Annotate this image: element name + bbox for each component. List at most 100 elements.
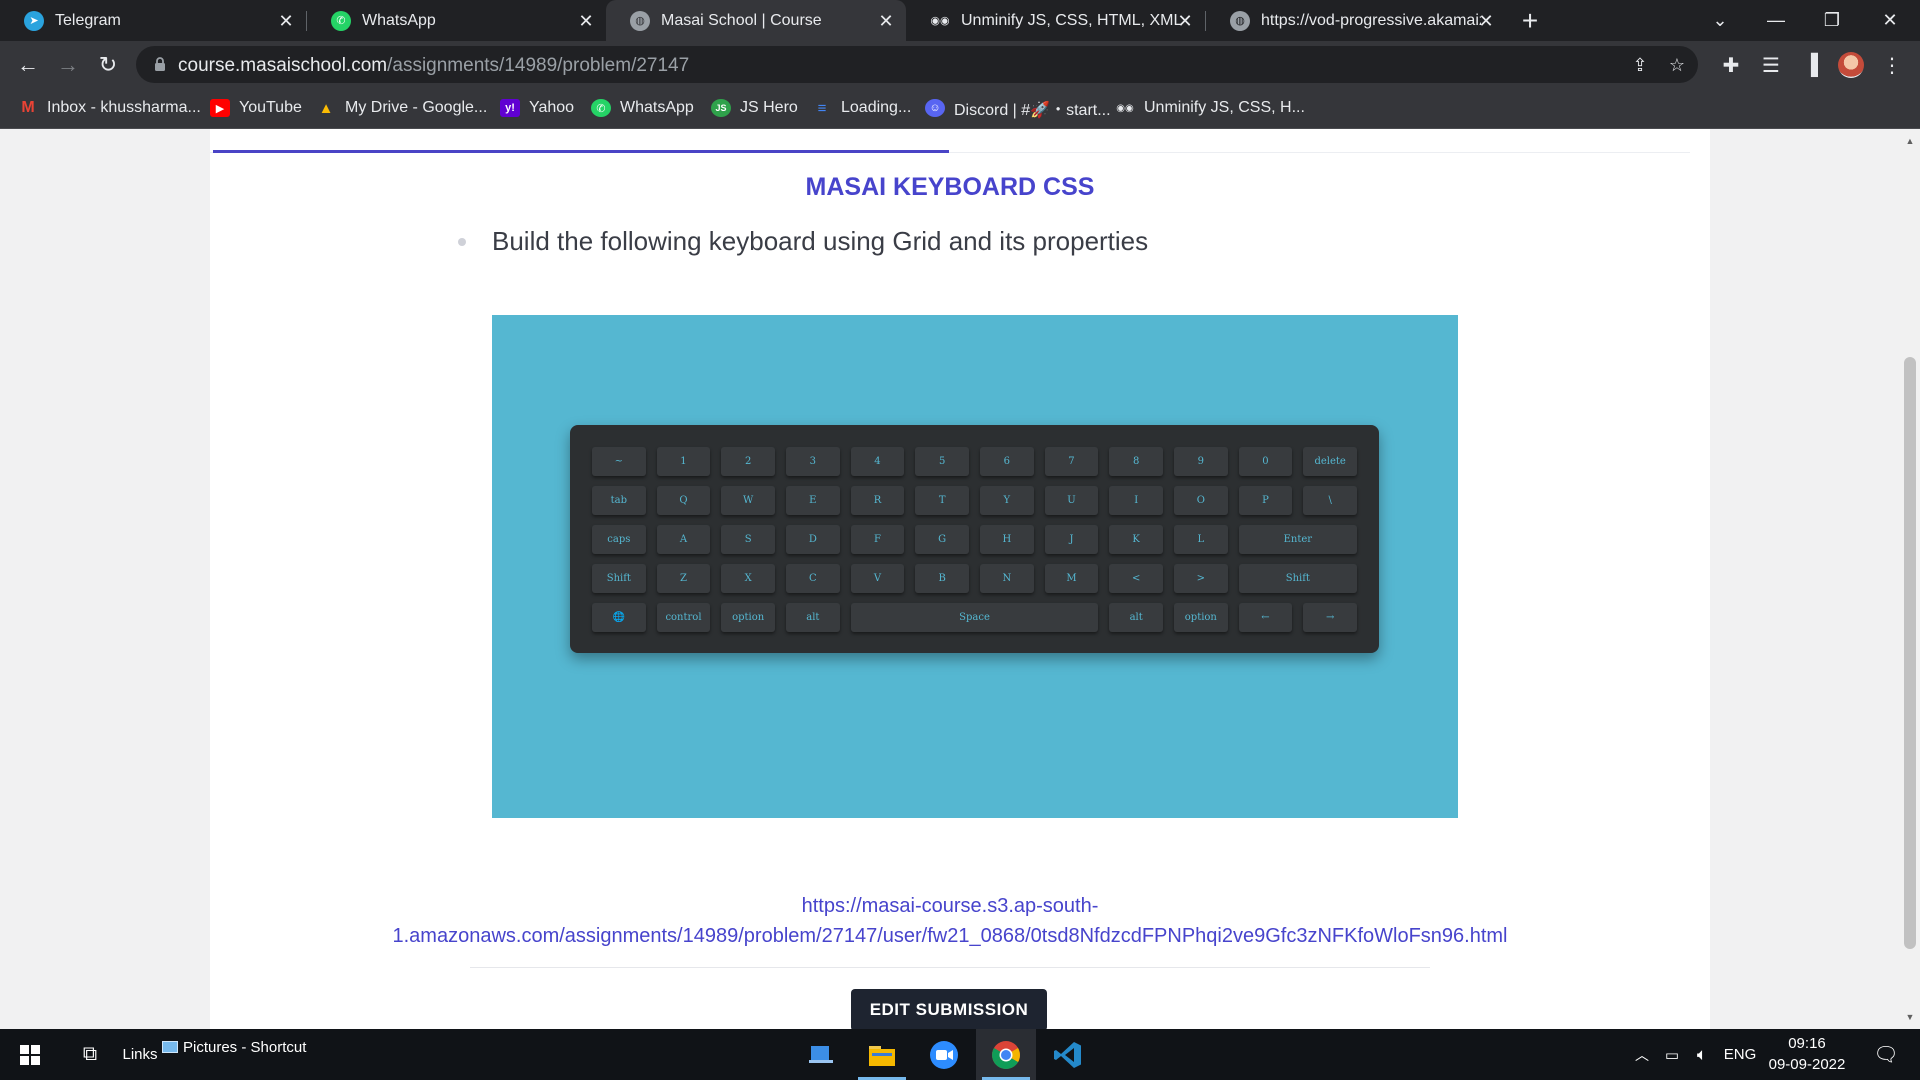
- keyboard-key: U: [1044, 486, 1099, 515]
- bookmark-star-icon[interactable]: ☆: [1664, 52, 1690, 78]
- close-tab-icon[interactable]: ✕: [274, 9, 298, 33]
- submission-link-line-1[interactable]: https://masai-course.s3.ap-south-: [210, 891, 1690, 921]
- gmail-icon: M: [21, 99, 35, 116]
- volume-icon[interactable]: 🔈︎: [1688, 1029, 1716, 1080]
- keyboard-key: G: [915, 525, 969, 554]
- close-tab-icon[interactable]: ✕: [574, 9, 598, 33]
- share-icon[interactable]: ⇪: [1627, 52, 1653, 78]
- keyboard-key: 9: [1174, 447, 1228, 476]
- keyboard-key: 3: [786, 447, 840, 476]
- clock-date[interactable]: 09-09-2022: [1762, 1056, 1852, 1073]
- windows-start-icon[interactable]: [10, 1029, 50, 1080]
- restore-icon[interactable]: ❐: [1804, 0, 1860, 41]
- bookmark-loading[interactable]: ≡ Loading...: [812, 88, 912, 128]
- keyboard-key: T: [915, 486, 969, 515]
- clock-time[interactable]: 09:16: [1762, 1035, 1852, 1052]
- back-arrow-icon[interactable]: ←: [12, 49, 44, 81]
- forward-arrow-icon[interactable]: →: [52, 49, 84, 81]
- bookmark-gmail[interactable]: M Inbox - khussharma...: [18, 88, 201, 128]
- submission-link[interactable]: https://masai-course.s3.ap-south- 1.amaz…: [210, 891, 1690, 951]
- address-bar[interactable]: course.masaischool.com/assignments/14989…: [136, 46, 1698, 83]
- chrome-icon[interactable]: [976, 1029, 1036, 1080]
- unminify-icon: ◉◉: [1116, 102, 1134, 114]
- bookmark-youtube[interactable]: ▶ YouTube: [210, 88, 302, 128]
- google-drive-icon: ▲: [318, 99, 334, 117]
- url-text[interactable]: course.masaischool.com/assignments/14989…: [178, 55, 689, 77]
- task-view-icon[interactable]: ⧉: [70, 1029, 110, 1080]
- file-explorer-icon[interactable]: [852, 1029, 912, 1080]
- bookmark-unminify[interactable]: ◉◉ Unminify JS, CSS, H...: [1115, 88, 1305, 128]
- page-scrollbar[interactable]: ▲ ▼: [1900, 129, 1920, 1029]
- profile-avatar[interactable]: [1838, 52, 1864, 78]
- bookmark-discord[interactable]: ☺ Discord | #🚀・start...: [925, 88, 1111, 128]
- bookmark-yahoo[interactable]: y! Yahoo: [500, 88, 574, 128]
- keyboard-key: F: [850, 525, 905, 554]
- file-manager-app-icon[interactable]: [791, 1029, 851, 1080]
- bookmark-label: Discord | #🚀・start...: [954, 102, 1111, 119]
- tab-whatsapp[interactable]: ✆ WhatsApp ✕: [307, 0, 606, 41]
- network-icon[interactable]: ▭: [1660, 1029, 1684, 1080]
- keyboard-key: 6: [980, 447, 1034, 476]
- bookmark-label: Inbox - khussharma...: [47, 99, 201, 116]
- tab-unminify[interactable]: ◉◉ Unminify JS, CSS, HTML, XML and ✕: [906, 0, 1205, 41]
- extensions-puzzle-icon[interactable]: ✚: [1715, 49, 1747, 81]
- keyboard-key: H: [980, 525, 1034, 554]
- keyboard-key: control: [656, 603, 711, 632]
- pictures-shortcut[interactable]: Pictures - Shortcut: [162, 1029, 312, 1080]
- keyboard-key: C: [786, 564, 840, 593]
- keyboard-key: 8: [1109, 447, 1163, 476]
- media-queue-icon[interactable]: ☰: [1755, 49, 1787, 81]
- links-toolbar-label[interactable]: Links: [118, 1029, 162, 1080]
- close-tab-icon[interactable]: ✕: [1173, 9, 1197, 33]
- keyboard-key: A: [656, 525, 711, 554]
- vscode-icon[interactable]: [1038, 1029, 1098, 1080]
- bookmark-label: Yahoo: [529, 99, 575, 116]
- tab-telegram[interactable]: ➤ Telegram ✕: [0, 0, 306, 41]
- keyboard-key: Shift: [1238, 564, 1357, 593]
- scroll-up-arrow-icon[interactable]: ▲: [1900, 133, 1920, 149]
- submission-link-line-2[interactable]: 1.amazonaws.com/assignments/14989/proble…: [210, 921, 1690, 951]
- new-tab-plus-icon[interactable]: +: [1514, 5, 1546, 37]
- keyboard-key: 0: [1238, 447, 1293, 476]
- minimize-icon[interactable]: —: [1748, 0, 1804, 41]
- close-tab-icon[interactable]: ✕: [874, 9, 898, 33]
- bookmark-js-hero[interactable]: JS JS Hero: [711, 88, 798, 128]
- keyboard-key: option: [1174, 603, 1228, 632]
- tab-masai-course[interactable]: ◍ Masai School | Course ✕: [606, 0, 906, 41]
- tab-vod-progressive[interactable]: ◍ https://vod-progressive.akamaize ✕: [1206, 0, 1506, 41]
- tab-search-chevron-icon[interactable]: ⌄: [1692, 0, 1748, 41]
- close-window-icon[interactable]: ✕: [1862, 0, 1918, 41]
- bookmark-whatsapp[interactable]: ✆ WhatsApp: [591, 88, 694, 128]
- tab-title: https://vod-progressive.akamaize: [1261, 11, 1481, 29]
- assignment-card: MASAI KEYBOARD CSS Build the following k…: [210, 129, 1710, 1029]
- keyboard-key: R: [850, 486, 905, 515]
- notifications-icon[interactable]: 🗨︎: [1866, 1029, 1906, 1080]
- edit-submission-button[interactable]: EDIT SUBMISSION: [851, 989, 1047, 1029]
- keyboard-grid: ~1 2 3 4 5 6 7 8 9 0 delete tab Q W E R T Y U I O P \ caps A S D F G…: [592, 447, 1357, 632]
- side-panel-icon[interactable]: ▐: [1795, 49, 1827, 81]
- show-hidden-icons-icon[interactable]: ︿: [1630, 1029, 1654, 1080]
- keyboard-key: B: [915, 564, 969, 593]
- scrollbar-thumb[interactable]: [1904, 357, 1916, 949]
- bookmark-google-drive[interactable]: ▲ My Drive - Google...: [316, 88, 488, 128]
- lock-icon[interactable]: [154, 56, 166, 72]
- bookmarks-bar: M Inbox - khussharma... ▶ YouTube ▲ My D…: [0, 88, 1920, 129]
- more-menu-icon[interactable]: ⋮: [1876, 49, 1908, 81]
- zoom-icon[interactable]: [914, 1029, 974, 1080]
- keyboard-preview-image: ~1 2 3 4 5 6 7 8 9 0 delete tab Q W E R T Y U I O P \ caps A S D F G…: [492, 315, 1458, 818]
- keyboard-key: O: [1174, 486, 1228, 515]
- scroll-down-arrow-icon[interactable]: ▼: [1900, 1009, 1920, 1025]
- reload-icon[interactable]: ↻: [92, 49, 124, 81]
- keyboard: ~1 2 3 4 5 6 7 8 9 0 delete tab Q W E R T Y U I O P \ caps A S D F G…: [570, 425, 1379, 653]
- globe-icon: ◍: [1230, 10, 1250, 31]
- keyboard-key: caps: [592, 525, 646, 554]
- bookmark-label: YouTube: [239, 99, 302, 116]
- keyboard-key: Y: [980, 486, 1034, 515]
- instruction-text: Build the following keyboard using Grid …: [492, 226, 1149, 256]
- active-tab-indicator: [213, 150, 949, 153]
- language-indicator[interactable]: ENG: [1720, 1029, 1760, 1080]
- close-tab-icon[interactable]: ✕: [1474, 9, 1498, 33]
- keyboard-key: option: [721, 603, 775, 632]
- url-domain: course.masaischool.com: [178, 55, 388, 76]
- windows-taskbar: ⧉ Links Pictures - Shortcut ︿ ▭ 🔈︎ ENG 0…: [0, 1029, 1920, 1080]
